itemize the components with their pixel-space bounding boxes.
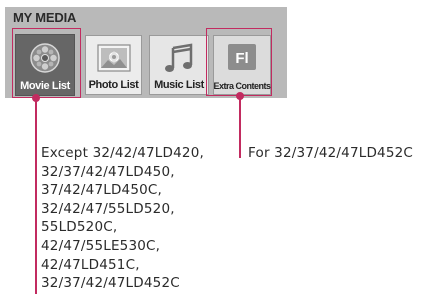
connector-line-right (239, 96, 241, 158)
panel-title: MY MEDIA (13, 10, 77, 25)
for-models-note: For 32/37/42/47LD452C (248, 145, 414, 161)
photo-list-label: Photo List (88, 79, 139, 91)
highlight-frame-left (12, 28, 81, 98)
model-line: 55LD520C, (41, 219, 118, 236)
exception-models-note: Except 32/42/47LD420, 32/37/42/47LD450, … (41, 144, 204, 293)
model-line: 32/42/47/55LD520, (41, 200, 175, 217)
model-line: 32/37/42/47LD452C (41, 275, 180, 292)
connector-dot-left (31, 94, 40, 102)
connector-dot-right (235, 92, 244, 100)
highlight-frame-right (206, 28, 272, 96)
model-line: 32/37/42/47LD450, (41, 163, 175, 180)
connector-line-left (35, 98, 37, 294)
model-line: 42/47/55LE530C, (41, 237, 161, 254)
model-line: 37/42/47LD450C, (41, 182, 163, 199)
model-line: 42/47LD451C, (41, 256, 140, 273)
photo-icon (96, 43, 132, 77)
music-note-icon (161, 43, 197, 79)
model-line: Except 32/42/47LD420, (41, 145, 204, 161)
music-list-label: Music List (154, 79, 204, 91)
music-list-button[interactable]: Music List (149, 35, 209, 95)
photo-list-button[interactable]: Photo List (85, 35, 142, 95)
